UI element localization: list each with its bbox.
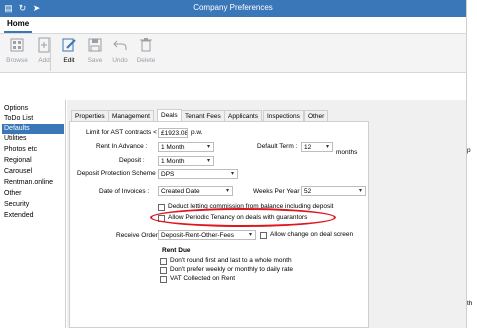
weeks-per-year-value: 52 bbox=[304, 188, 312, 195]
limit-unit: p.w. bbox=[191, 129, 203, 136]
default-term-select[interactable]: 12 ▾ bbox=[301, 142, 333, 152]
limit-label: Limit for AST contracts < bbox=[86, 129, 157, 136]
edit-button[interactable]: Edit bbox=[56, 37, 82, 64]
weeks-per-year-label: Weeks Per Year : bbox=[253, 188, 304, 195]
allow-change-label: Allow change on deal screen bbox=[270, 231, 354, 238]
window-title: Company Preferences bbox=[193, 3, 273, 12]
browse-icon bbox=[10, 38, 24, 52]
save-icon bbox=[88, 38, 102, 52]
allow-change-checkbox[interactable] bbox=[260, 232, 267, 239]
nav-item-todo-list[interactable]: ToDo List bbox=[4, 114, 33, 124]
nav-item-security[interactable]: Security bbox=[4, 200, 29, 210]
chevron-down-icon: ▾ bbox=[248, 232, 252, 238]
browse-label: Browse bbox=[6, 57, 28, 64]
weeks-per-year-select[interactable]: 52 ▾ bbox=[301, 186, 366, 196]
receive-order-label: Receive Order : bbox=[116, 232, 162, 239]
highlight-annotation bbox=[150, 208, 336, 227]
save-label: Save bbox=[87, 57, 103, 64]
edit-icon bbox=[62, 38, 76, 52]
chevron-down-icon: ▾ bbox=[225, 188, 229, 194]
nav-item-options[interactable]: Options bbox=[4, 104, 28, 114]
chevron-down-icon: ▾ bbox=[206, 144, 210, 150]
invoice-date-label: Date of Invoices : bbox=[99, 188, 150, 195]
invoice-date-value: Created Date bbox=[161, 188, 200, 195]
scheme-label: Deposit Protection Scheme : bbox=[77, 170, 160, 177]
delete-button[interactable]: Delete bbox=[133, 37, 159, 64]
spacer-area bbox=[0, 74, 466, 99]
delete-icon bbox=[140, 38, 152, 52]
preferences-nav: Options ToDo List Defaults Utilities Pho… bbox=[0, 100, 66, 328]
browse-button[interactable]: Browse bbox=[4, 37, 30, 64]
nav-item-rentman-online[interactable]: Rentman.online bbox=[4, 178, 53, 188]
nav-item-carousel[interactable]: Carousel bbox=[4, 167, 32, 177]
deposit-label: Deposit : bbox=[119, 157, 145, 164]
chevron-down-icon: ▾ bbox=[230, 171, 234, 177]
save-button[interactable]: Save bbox=[82, 37, 108, 64]
limit-input[interactable]: £1923.08 bbox=[158, 128, 188, 138]
chevron-down-icon: ▾ bbox=[325, 144, 329, 150]
add-label: Add bbox=[38, 57, 50, 64]
default-term-value: 12 bbox=[304, 144, 312, 151]
rent-advance-select[interactable]: 1 Month ▾ bbox=[158, 142, 214, 152]
scheme-value: DPS bbox=[161, 171, 175, 178]
background-window-edge: p th bbox=[466, 0, 477, 328]
rent-advance-label: Rent In Advance : bbox=[96, 143, 148, 150]
delete-label: Delete bbox=[136, 57, 156, 64]
nav-item-other[interactable]: Other bbox=[4, 189, 22, 199]
ribbon-tab-home[interactable]: Home bbox=[4, 17, 33, 33]
undo-label: Undo bbox=[112, 57, 128, 64]
chevron-down-icon: ▾ bbox=[358, 188, 362, 194]
edge-text-p: p bbox=[467, 147, 471, 154]
chevron-down-icon: ▾ bbox=[206, 158, 210, 164]
rent-due-option-label: Don't round first and last to a whole mo… bbox=[170, 257, 292, 264]
receive-order-select[interactable]: Deposit-Rent-Other-Fees ▾ bbox=[158, 230, 256, 240]
rent-due-option-label: VAT Collected on Rent bbox=[170, 275, 236, 282]
ribbon: Browse Add Edit Save Undo Delete bbox=[0, 33, 466, 73]
nav-item-photos[interactable]: Photos etc bbox=[4, 145, 37, 155]
nav-item-utilities[interactable]: Utilities bbox=[4, 134, 27, 144]
nav-item-defaults[interactable]: Defaults bbox=[2, 124, 64, 134]
ribbon-separator bbox=[50, 37, 51, 71]
invoice-date-select[interactable]: Created Date ▾ bbox=[158, 186, 233, 196]
add-button[interactable]: Add bbox=[31, 37, 57, 64]
rent-advance-value: 1 Month bbox=[161, 144, 185, 151]
default-term-label: Default Term : bbox=[257, 143, 298, 150]
rent-due-option-checkbox[interactable] bbox=[160, 267, 167, 274]
ribbon-tab-bar: Home bbox=[0, 17, 466, 33]
nav-item-extended[interactable]: Extended bbox=[4, 211, 34, 221]
rent-due-title: Rent Due bbox=[162, 247, 191, 254]
default-term-unit: months bbox=[336, 149, 358, 156]
rent-due-option-checkbox[interactable] bbox=[160, 276, 167, 283]
rent-due-option-checkbox[interactable] bbox=[160, 258, 167, 265]
deposit-select[interactable]: 1 Month ▾ bbox=[158, 156, 214, 166]
nav-item-regional[interactable]: Regional bbox=[4, 156, 32, 166]
rent-due-option-label: Don't prefer weekly or monthly to daily … bbox=[170, 266, 293, 273]
receive-order-value: Deposit-Rent-Other-Fees bbox=[161, 232, 234, 239]
edge-text-th: th bbox=[467, 300, 473, 307]
scheme-select[interactable]: DPS ▾ bbox=[158, 169, 238, 179]
undo-icon bbox=[113, 40, 127, 50]
edit-label: Edit bbox=[63, 57, 75, 64]
title-bar: ▤ ↻ ➤ Company Preferences bbox=[0, 0, 466, 17]
undo-button[interactable]: Undo bbox=[107, 37, 133, 64]
deposit-value: 1 Month bbox=[161, 158, 185, 165]
deduct-commission-checkbox[interactable] bbox=[158, 204, 165, 211]
